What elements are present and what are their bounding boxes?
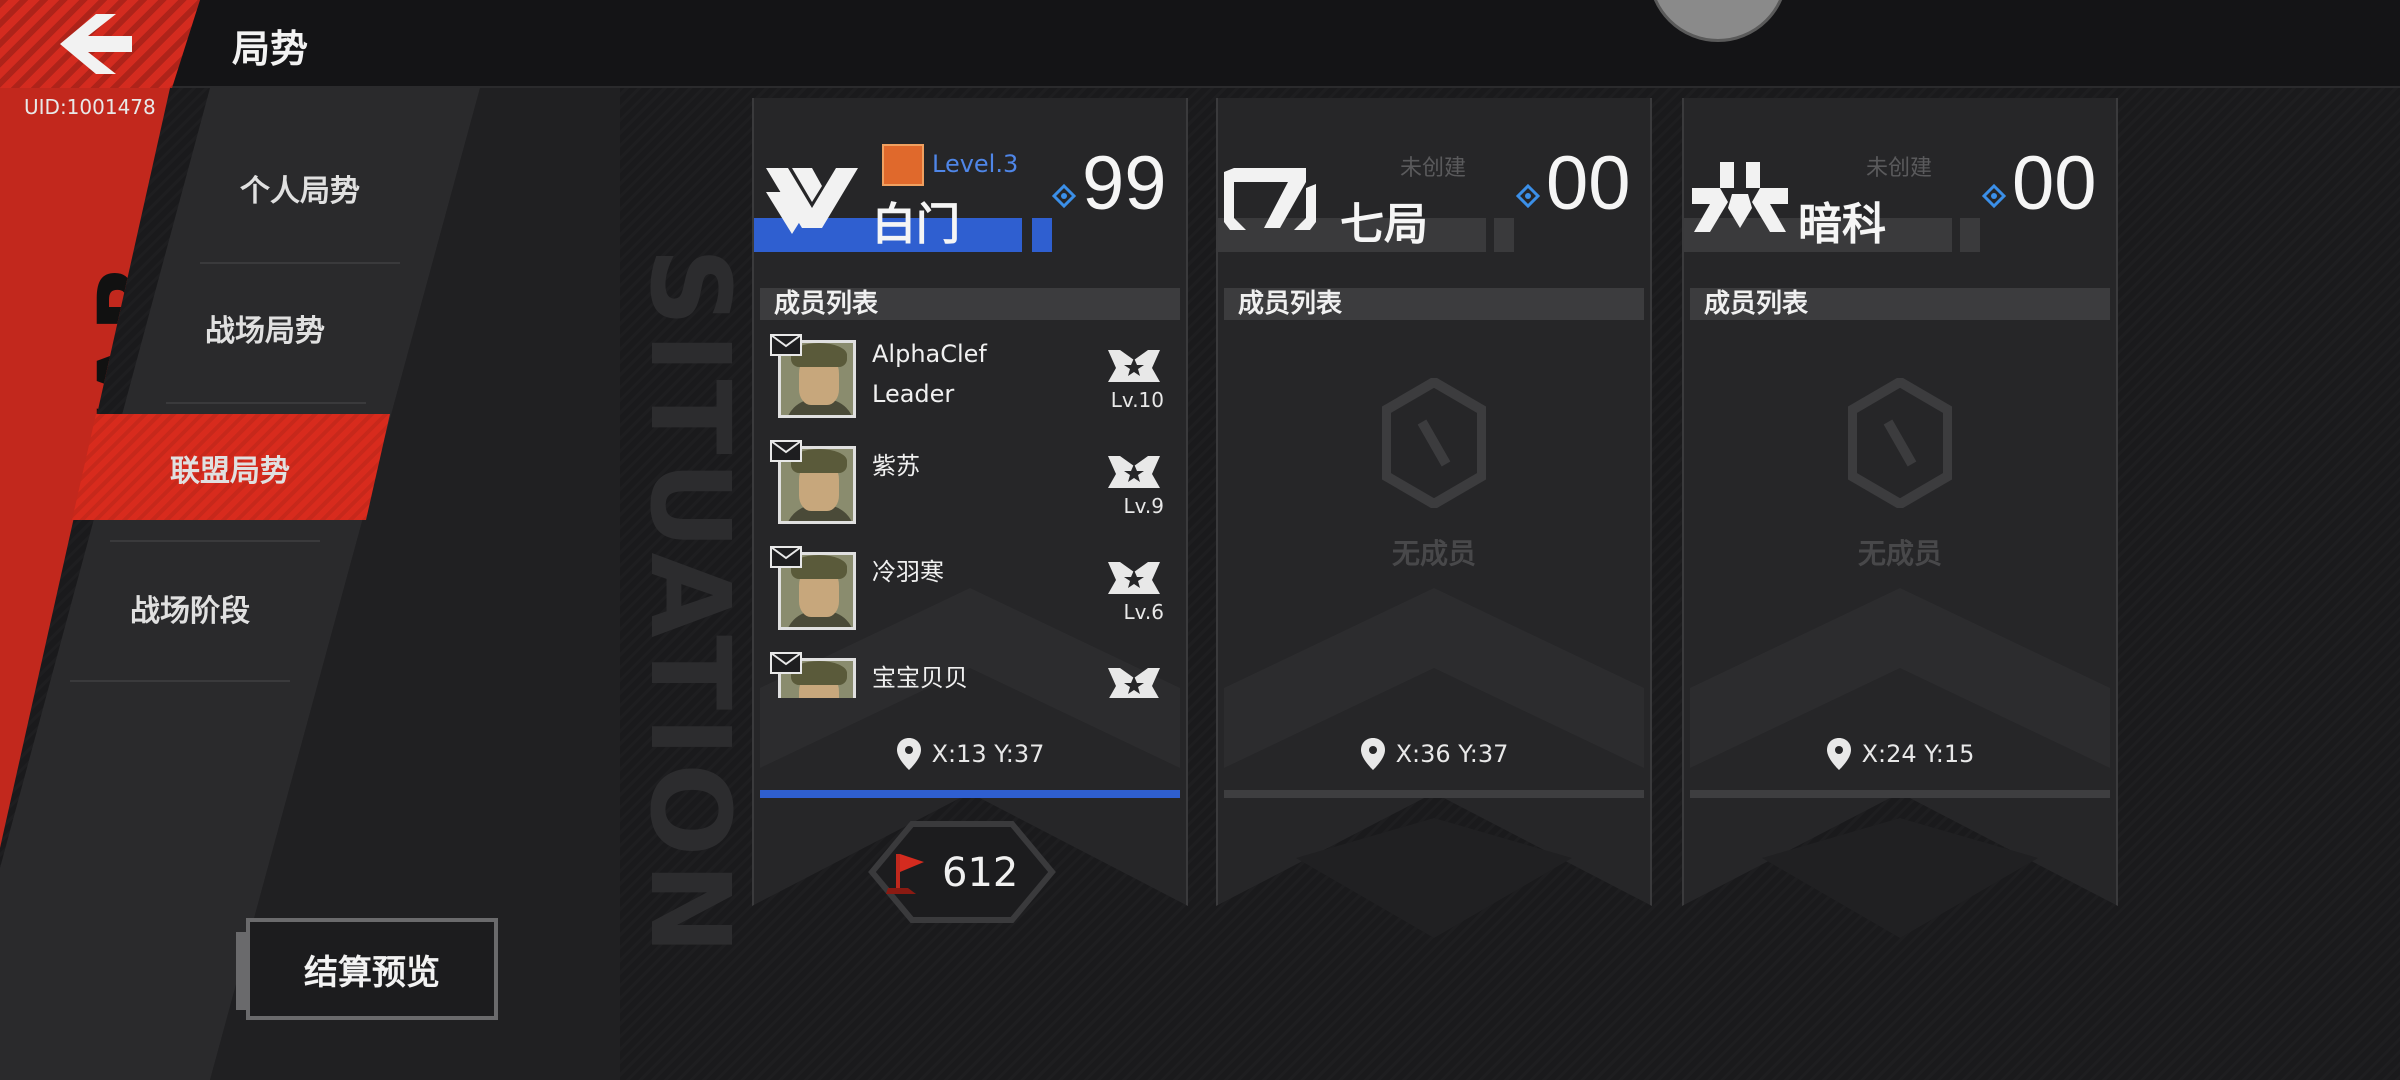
member-row[interactable]: 紫苏 Lv.9 — [760, 436, 1180, 542]
mail-icon[interactable] — [770, 652, 802, 674]
nav-divider — [70, 680, 290, 682]
nav-item-personal[interactable]: 个人局势 — [180, 138, 420, 238]
empty-members: 无成员 — [1682, 378, 2118, 598]
faction-bar-tip — [1494, 218, 1514, 252]
score-diamond-icon — [1052, 184, 1076, 208]
faction-score: 00 — [2012, 141, 2097, 226]
coords-text: X:24 Y:15 — [1861, 740, 1975, 768]
card-underline — [760, 790, 1180, 798]
location-coords[interactable]: X:36 Y:37 — [1216, 736, 1652, 772]
side-vertical-text: SITUATION — [626, 247, 754, 961]
member-role: Leader — [872, 380, 955, 408]
user-id: UID:1001478 — [24, 95, 156, 119]
location-coords[interactable]: X:24 Y:15 — [1682, 736, 2118, 772]
nav-divider — [110, 540, 320, 542]
anke-logo-icon — [1692, 162, 1788, 232]
mail-icon[interactable] — [770, 546, 802, 568]
member-row[interactable]: AlphaClef Leader Lv.10 — [760, 330, 1180, 436]
faction-status: 未创建 — [1400, 156, 1467, 181]
baimen-logo-icon — [766, 168, 858, 234]
mail-icon[interactable] — [770, 440, 802, 462]
nav-item-battlefield[interactable]: 战场局势 — [140, 278, 390, 378]
member-name: 宝宝贝贝 — [872, 664, 968, 692]
members-header: 成员列表 — [1224, 288, 1644, 320]
mail-icon[interactable] — [770, 334, 802, 356]
card-underline — [1690, 790, 2110, 798]
member-level: Lv.9 — [1123, 494, 1164, 518]
flag-count: 612 — [942, 850, 1019, 896]
empty-text: 无成员 — [1857, 537, 1942, 570]
nav-divider — [200, 262, 400, 264]
member-name: 紫苏 — [872, 452, 920, 480]
card-underline — [1224, 790, 1644, 798]
rank-star-icon — [1108, 350, 1160, 382]
faction-bar-tip — [1032, 218, 1052, 252]
faction-score: 00 — [1546, 141, 1631, 226]
empty-hexagon-icon — [1848, 378, 1952, 508]
members-header: 成员列表 — [760, 288, 1180, 320]
rank-star-icon — [1108, 562, 1160, 594]
members-header: 成员列表 — [1690, 288, 2110, 320]
nav-divider — [166, 402, 366, 404]
faction-card-qiju: 未创建 七局 00 成员列表 无成员 X:36 Y:37 — [1216, 98, 1652, 938]
location-pin-icon — [1826, 738, 1851, 770]
level-badge-icon — [882, 144, 924, 186]
faction-name: 七局 — [1340, 199, 1428, 250]
faction-level: Level.3 — [932, 150, 1019, 178]
empty-text: 无成员 — [1391, 537, 1476, 570]
settlement-preview-button[interactable]: 结算预览 — [236, 918, 498, 1020]
top-bar — [0, 0, 2400, 88]
member-row[interactable]: 宝宝贝贝 — [760, 648, 1180, 698]
back-arrow-icon[interactable] — [60, 14, 132, 74]
coords-text: X:13 Y:37 — [931, 740, 1045, 768]
faction-status: 未创建 — [1866, 156, 1933, 181]
rank-star-icon — [1108, 668, 1160, 698]
faction-score: 99 — [1082, 141, 1167, 226]
member-list[interactable]: AlphaClef Leader Lv.10 紫苏 Lv.9 冷羽寒 Lv.6 — [760, 330, 1180, 698]
nav-item-alliance[interactable]: 联盟局势 — [100, 418, 360, 518]
nav-item-stage[interactable]: 战场阶段 — [60, 558, 320, 658]
coords-text: X:36 Y:37 — [1395, 740, 1509, 768]
location-coords[interactable]: X:13 Y:37 — [752, 736, 1188, 772]
page-title: 局势 — [232, 27, 309, 71]
score-diamond-icon — [1516, 184, 1540, 208]
member-level: Lv.10 — [1110, 388, 1164, 412]
empty-hexagon-icon — [1382, 378, 1486, 508]
faction-name: 白门 — [872, 199, 960, 250]
qiju-logo-icon — [1224, 168, 1316, 230]
faction-name: 暗科 — [1798, 199, 1886, 250]
member-name: AlphaClef — [872, 340, 987, 368]
member-level: Lv.6 — [1123, 600, 1164, 624]
faction-card-baimen: Level.3 白门 99 成员列表 AlphaClef Leader Lv.1… — [752, 98, 1188, 923]
location-pin-icon — [896, 738, 921, 770]
red-flag-icon — [886, 854, 924, 894]
faction-card-anke: 未创建 暗科 00 成员列表 无成员 X:24 Y:15 — [1682, 98, 2118, 938]
location-pin-icon — [1360, 738, 1385, 770]
empty-members: 无成员 — [1216, 378, 1652, 598]
faction-bar-tip — [1960, 218, 1980, 252]
score-diamond-icon — [1982, 184, 2006, 208]
rank-star-icon — [1108, 456, 1160, 488]
member-name: 冷羽寒 — [872, 558, 944, 586]
member-row[interactable]: 冷羽寒 Lv.6 — [760, 542, 1180, 648]
